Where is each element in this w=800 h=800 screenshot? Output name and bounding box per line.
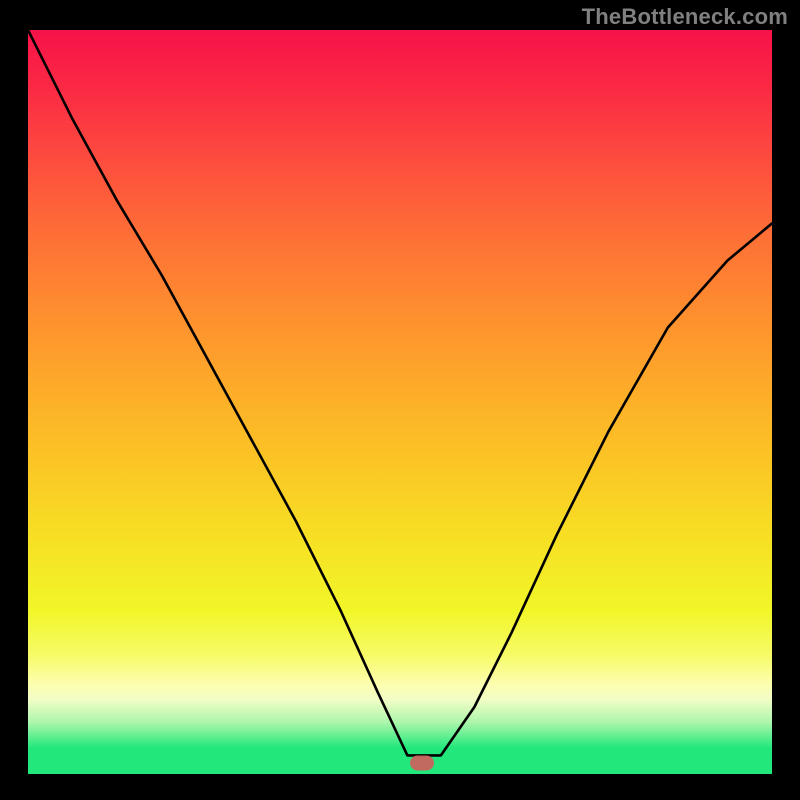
attribution-text: TheBottleneck.com bbox=[582, 4, 788, 30]
plot-area bbox=[28, 30, 772, 774]
optimal-point-marker bbox=[410, 755, 434, 770]
bottleneck-curve bbox=[28, 30, 772, 774]
